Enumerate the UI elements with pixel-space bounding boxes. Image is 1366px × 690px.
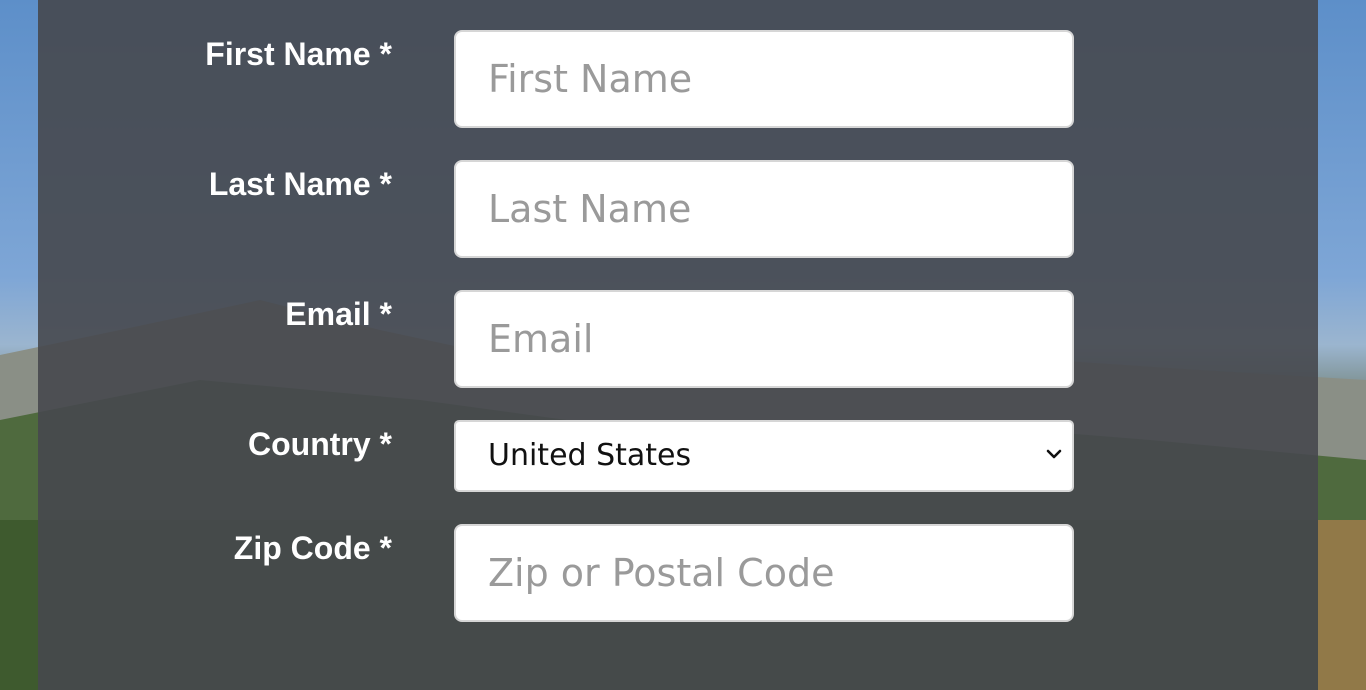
zip-input[interactable]	[454, 524, 1074, 622]
chevron-down-icon	[1046, 449, 1062, 459]
country-label: Country *	[248, 426, 392, 462]
email-input[interactable]	[454, 290, 1074, 388]
page-background: First Name * Last Name * Email * Country…	[0, 0, 1366, 690]
email-label: Email *	[285, 296, 392, 332]
first-name-input[interactable]	[454, 30, 1074, 128]
last-name-label: Last Name *	[208, 166, 392, 202]
country-selected-value: United States	[488, 438, 692, 473]
zip-label: Zip Code *	[233, 530, 392, 566]
first-name-label: First Name *	[205, 36, 392, 72]
country-select[interactable]: United States	[454, 420, 1074, 492]
last-name-input[interactable]	[454, 160, 1074, 258]
form-panel: First Name * Last Name * Email * Country…	[38, 0, 1318, 690]
